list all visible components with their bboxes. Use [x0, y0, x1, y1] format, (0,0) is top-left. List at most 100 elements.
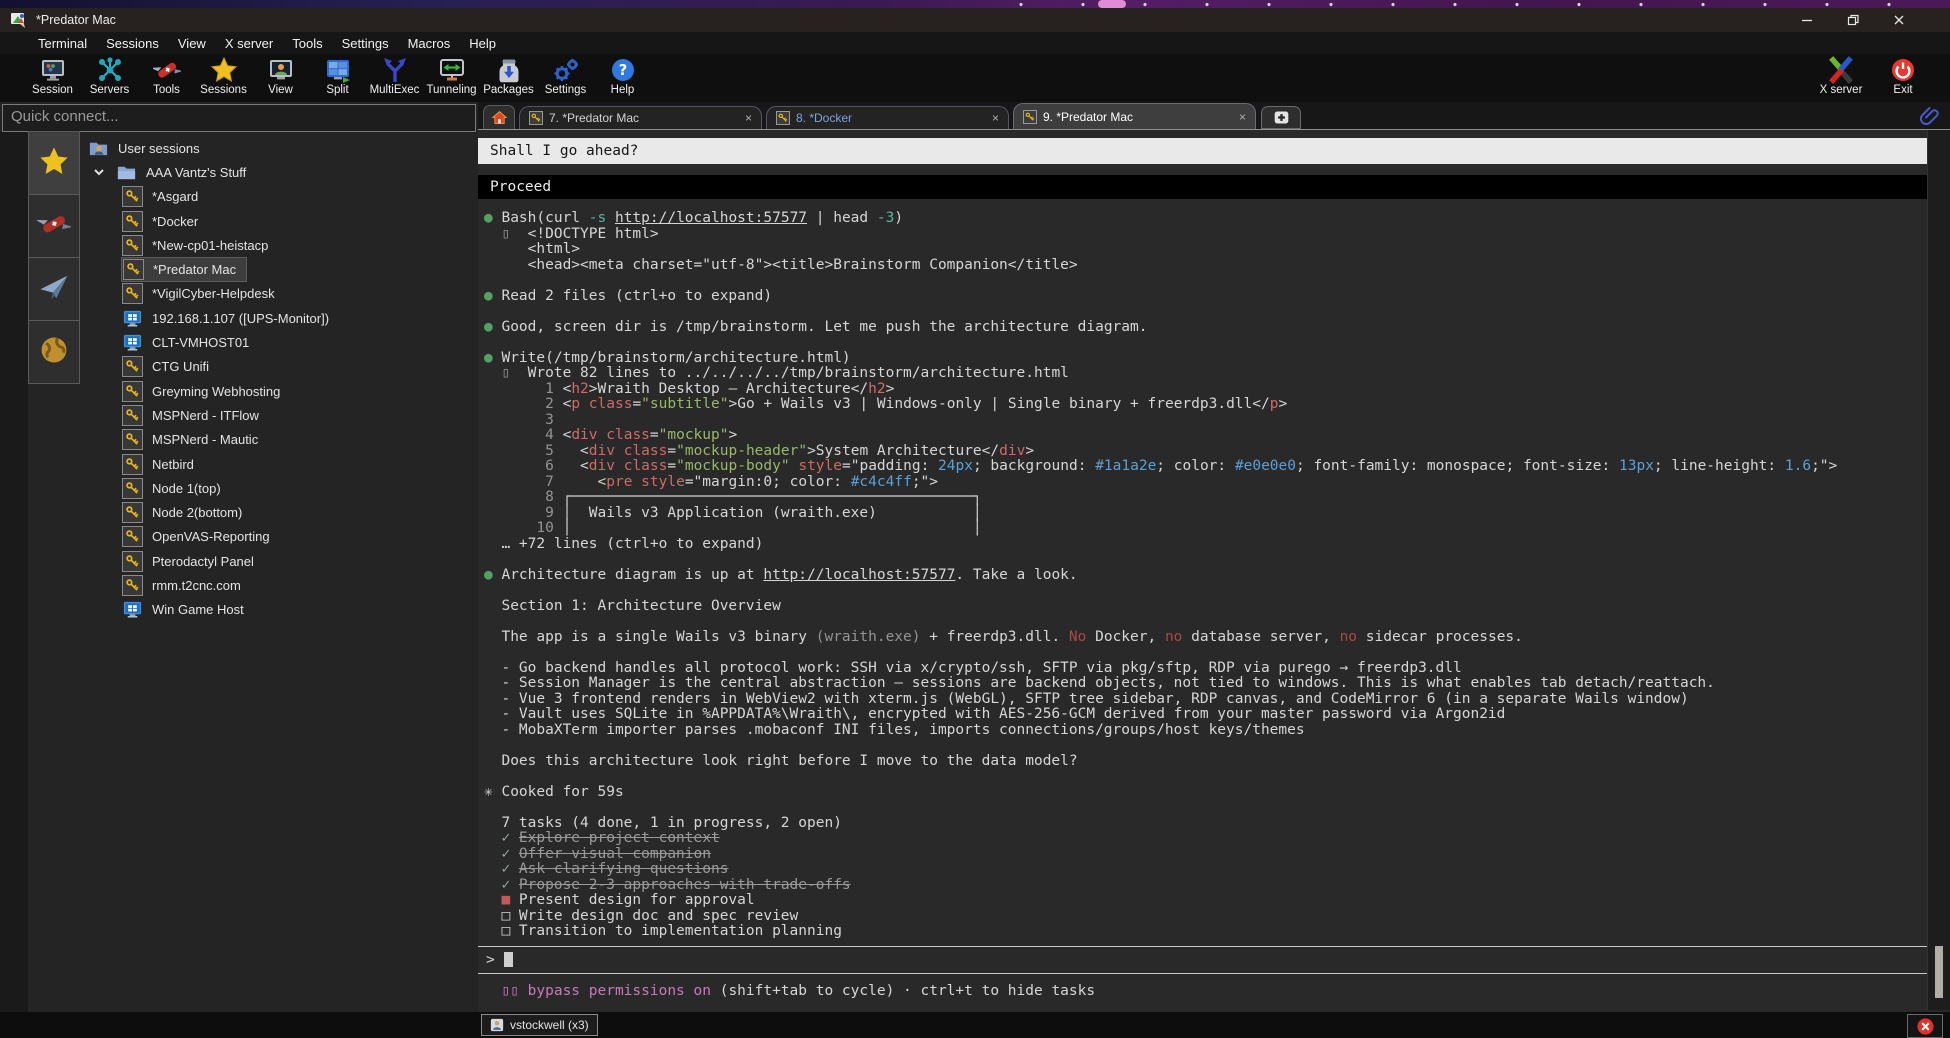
- session-item-ctg-unifi[interactable]: CTG Unifi: [84, 355, 476, 379]
- active-session-tab[interactable]: vstockwell (x3): [481, 1014, 598, 1036]
- terminal-text: 7 tasks (4 done, 1 in progress, 2 open): [484, 815, 842, 831]
- terminal-text: Section 1: Architecture Overview: [484, 598, 781, 614]
- rail-globe-button[interactable]: [28, 320, 80, 384]
- terminal-text: >System Architecture</: [807, 443, 999, 459]
- tab-close-icon[interactable]: ×: [1239, 110, 1246, 124]
- scrollbar-thumb[interactable]: [1935, 946, 1943, 998]
- terminal-text: ■: [484, 892, 519, 908]
- session-item-asgard[interactable]: *Asgard: [84, 185, 476, 209]
- background-tab-dots: [990, 2, 1920, 7]
- toolbar-x-server-button[interactable]: X server: [1810, 54, 1872, 96]
- menu-item-settings[interactable]: Settings: [342, 36, 389, 51]
- session-item-predator-mac[interactable]: *Predator Mac: [84, 257, 476, 281]
- terminal-text: Bash(curl: [493, 210, 589, 226]
- close-button[interactable]: [1876, 8, 1922, 32]
- terminal[interactable]: Shall I go ahead? Proceed ● Bash(curl -s…: [478, 130, 1928, 1010]
- toolbar-exit-button[interactable]: Exit: [1872, 54, 1934, 96]
- menu-item-help[interactable]: Help: [469, 36, 496, 51]
- minimize-button[interactable]: [1784, 8, 1830, 32]
- toolbar-view-button[interactable]: View: [252, 54, 309, 96]
- session-item-mspnerd-mautic[interactable]: MSPNerd - Mautic: [84, 428, 476, 452]
- terminal-link[interactable]: http://localhost:57577: [615, 210, 807, 226]
- terminal-tab-8-docker[interactable]: 8. *Docker×: [766, 106, 1009, 129]
- session-item-vigilcyber-helpdesk[interactable]: *VigilCyber-Helpdesk: [84, 282, 476, 306]
- terminal-text: >: [1025, 443, 1034, 459]
- menu-item-x-server[interactable]: X server: [225, 36, 273, 51]
- session-item-clt-vmhost01[interactable]: CLT-VMHOST01: [84, 330, 476, 354]
- terminal-text: =: [632, 396, 641, 412]
- session-item-label: CLT-VMHOST01: [152, 335, 249, 350]
- maximize-button[interactable]: [1830, 8, 1876, 32]
- terminal-text: div: [589, 443, 615, 459]
- terminal-text: div: [999, 443, 1025, 459]
- toolbar-label: Tunneling: [426, 84, 476, 96]
- terminal-text: >: [886, 381, 895, 397]
- terminal-text: ●: [484, 210, 493, 226]
- toolbar-sessions-button[interactable]: Sessions: [195, 54, 252, 96]
- toolbar-label: View: [268, 84, 293, 96]
- rail-star-favorites-button[interactable]: [28, 131, 80, 195]
- terminal-line: □ Write design doc and spec review: [484, 909, 1928, 925]
- terminal-text: │ │: [563, 520, 982, 536]
- chevron-down-icon[interactable]: [92, 165, 106, 179]
- session-item-rmm-t2cnc-com[interactable]: rmm.t2cnc.com: [84, 573, 476, 597]
- toolbar-packages-button[interactable]: Packages: [480, 54, 537, 96]
- tab-close-icon[interactable]: ×: [992, 111, 999, 125]
- session-item-node-2-bottom[interactable]: Node 2(bottom): [84, 500, 476, 524]
- menu-item-tools[interactable]: Tools: [292, 36, 322, 51]
- menu-item-sessions[interactable]: Sessions: [106, 36, 159, 51]
- menu-item-macros[interactable]: Macros: [408, 36, 451, 51]
- session-item-docker[interactable]: *Docker: [84, 209, 476, 233]
- terminal-text: =: [667, 458, 676, 474]
- toolbar-servers-button[interactable]: Servers: [81, 54, 138, 96]
- session-tree: User sessionsAAA Vantz's Stuff*Asgard*Do…: [84, 136, 476, 622]
- session-item-192-168-1-107-ups-monitor[interactable]: 192.168.1.107 ([UPS-Monitor]): [84, 306, 476, 330]
- toolbar-settings-button[interactable]: Settings: [537, 54, 594, 96]
- session-icon: [39, 56, 67, 84]
- rail-paper-plane-button[interactable]: [28, 257, 80, 321]
- toolbar-split-button[interactable]: Split: [309, 54, 366, 96]
- terminal-link[interactable]: http://localhost:57577: [763, 567, 955, 583]
- menu-item-terminal[interactable]: Terminal: [38, 36, 87, 51]
- toolbar-tunneling-button[interactable]: Tunneling: [423, 54, 480, 96]
- toolbar-help-button[interactable]: ?Help: [594, 54, 651, 96]
- session-item-label: *New-cp01-heistacp: [152, 238, 268, 253]
- terminal-text: - MobaXTerm importer parses .mobaconf IN…: [484, 722, 1305, 738]
- toolbar-tools-button[interactable]: Tools: [138, 54, 195, 96]
- terminal-scrollbar[interactable]: [1927, 130, 1950, 1010]
- terminal-text: ✓: [484, 846, 519, 862]
- new-tab-button[interactable]: [1261, 106, 1301, 129]
- quick-connect-input[interactable]: Quick connect...: [2, 104, 476, 132]
- session-item-win-game-host[interactable]: Win Game Host: [84, 598, 476, 622]
- session-item-label: MSPNerd - Mautic: [152, 432, 258, 447]
- session-item-node-1-top[interactable]: Node 1(top): [84, 476, 476, 500]
- terminal-line: [484, 614, 1928, 630]
- tab-close-icon[interactable]: ×: [745, 111, 752, 125]
- session-item-netbird[interactable]: Netbird: [84, 452, 476, 476]
- globe-icon: [37, 333, 71, 372]
- rail-tools-knife-button[interactable]: [28, 194, 80, 258]
- session-item-greyming-webhosting[interactable]: Greyming Webhosting: [84, 379, 476, 403]
- tree-root-user-sessions[interactable]: User sessions: [84, 136, 476, 160]
- tree-folder-aaa-vantz-s-stuff[interactable]: AAA Vantz's Stuff: [84, 160, 476, 184]
- session-item-mspnerd-itflow[interactable]: MSPNerd - ITFlow: [84, 403, 476, 427]
- menu-item-view[interactable]: View: [178, 36, 206, 51]
- attachments-button[interactable]: [1919, 104, 1941, 126]
- session-item-openvas-reporting[interactable]: OpenVAS-Reporting: [84, 525, 476, 549]
- session-item-pterodactyl-panel[interactable]: Pterodactyl Panel: [84, 549, 476, 573]
- session-item-label: Node 2(bottom): [152, 505, 242, 520]
- terminal-text: 6: [484, 458, 563, 474]
- toolbar-multiexec-button[interactable]: MultiExec: [366, 54, 423, 96]
- toolbar-session-button[interactable]: Session: [24, 54, 81, 96]
- terminal-text: Write(/tmp/brainstorm/architecture.html): [493, 350, 851, 366]
- home-tab[interactable]: [483, 105, 515, 129]
- terminal-text: =: [650, 427, 659, 443]
- close-terminal-button[interactable]: [1907, 1014, 1943, 1038]
- terminal-text: ; font-family: monospace; font-size:: [1296, 458, 1619, 474]
- prompt-input-box[interactable]: >: [478, 946, 1928, 974]
- terminal-tab-9-predator-mac[interactable]: 9. *Predator Mac×: [1013, 103, 1256, 129]
- session-item-new-cp01-heistacp[interactable]: *New-cp01-heistacp: [84, 233, 476, 257]
- status-line: ▯▯ bypass permissions on (shift+tab to c…: [478, 983, 1928, 999]
- terminal-tab-7-predator-mac[interactable]: 7. *Predator Mac×: [519, 106, 762, 129]
- key-icon: [122, 551, 143, 572]
